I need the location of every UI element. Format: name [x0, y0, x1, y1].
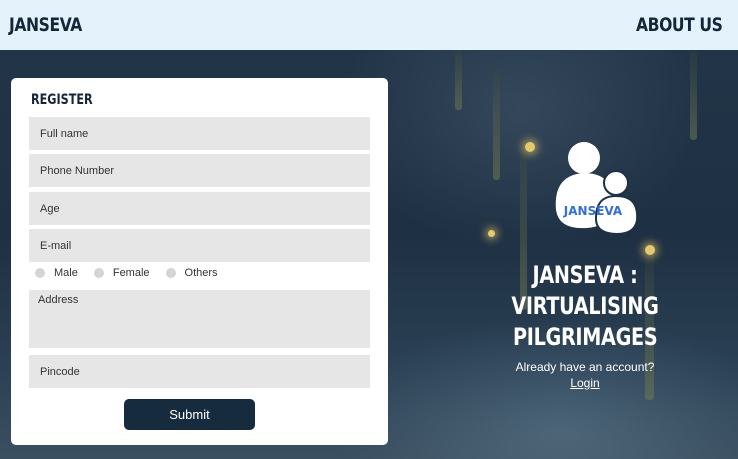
gender-label-female: Female — [112, 267, 150, 279]
radio-circle-icon[interactable] — [165, 268, 176, 278]
hero-tagline-line2: PILGRIMAGES — [512, 323, 658, 351]
email-input[interactable] — [29, 229, 370, 262]
address-textarea[interactable] — [29, 290, 370, 348]
gender-label-male: Male — [54, 267, 78, 279]
age-input[interactable] — [29, 192, 370, 225]
about-us-link[interactable]: ABOUT US — [636, 14, 723, 36]
gender-radio-male[interactable]: Male — [35, 267, 78, 279]
hero-tagline: JANSEVA : VIRTUALISING PILGRIMAGES — [440, 260, 730, 353]
top-navbar: JANSEVA ABOUT US — [0, 0, 738, 50]
radio-circle-icon[interactable] — [93, 268, 104, 278]
gender-label-others: Others — [184, 267, 218, 279]
gender-radio-female[interactable]: Female — [93, 267, 150, 279]
brand-logo-text[interactable]: JANSEVA — [9, 14, 82, 36]
submit-button[interactable]: Submit — [124, 399, 255, 430]
hero-tagline-line1: JANSEVA : VIRTUALISING — [511, 261, 659, 320]
gender-radio-others[interactable]: Others — [165, 267, 218, 279]
account-prompt: Already have an account? — [515, 360, 655, 374]
janseva-logo-icon: JANSEVA — [555, 142, 639, 236]
phone-number-input[interactable] — [29, 154, 370, 187]
register-title: REGISTER — [31, 92, 93, 108]
pincode-input[interactable] — [29, 355, 370, 388]
login-link[interactable]: Login — [470, 376, 700, 390]
logo-text: JANSEVA — [563, 204, 623, 218]
register-card: REGISTER Male Female Others Submit — [11, 78, 388, 445]
full-name-input[interactable] — [29, 117, 370, 150]
radio-circle-icon[interactable] — [35, 268, 45, 278]
gender-radio-group: Male Female Others — [35, 267, 234, 279]
